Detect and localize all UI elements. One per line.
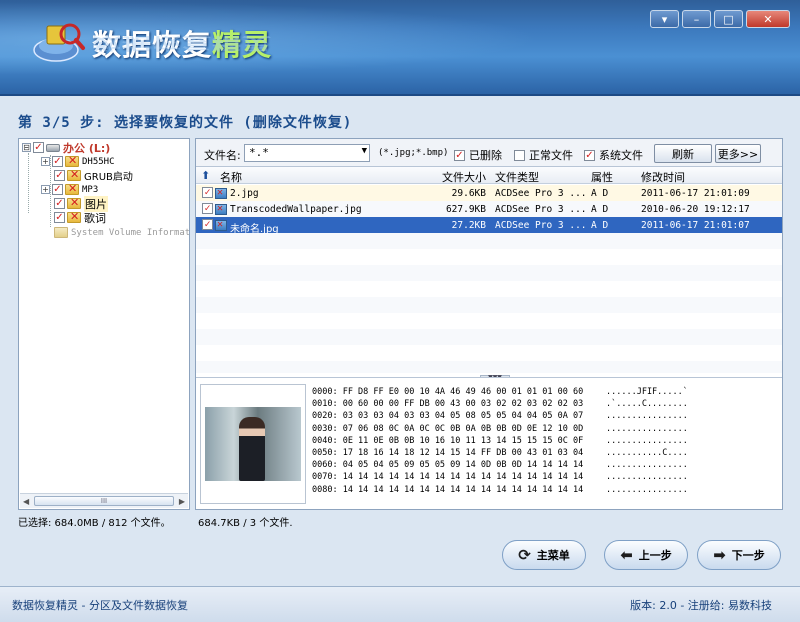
file-list-header: ⬆ 名称 文件大小 文件类型 属性 修改时间 [196,167,782,184]
preview-pane: 0000: FF D8 FF E0 00 10 4A 46 49 46 00 0… [196,377,782,509]
tree-item-lyrics[interactable]: 歌词 [54,210,106,225]
normal-files-checkbox[interactable]: 正常文件 [514,147,573,163]
table-row-selected[interactable]: 未命名.jpg 27.2KB ACDSee Pro 3 ... A D 2011… [196,217,782,235]
folder-icon [54,227,68,238]
scroll-right-icon[interactable]: ▶ [179,497,185,506]
dropdown-arrow-icon[interactable]: ▼ [362,146,367,156]
folder-tree[interactable]: ⊟ 办公 (L:) + DH55HC GRUB启动 + MP3 图片 歌词 Sy… [18,138,190,510]
tree-item-label: MP3 [82,184,99,195]
filename-filter-combo[interactable]: *.* ▼ [244,144,370,162]
checkbox[interactable] [584,149,595,161]
column-header-size[interactable]: 文件大小 [442,169,486,185]
tree-item-dh55hc[interactable]: + DH55HC [41,154,115,169]
deleted-folder-icon [65,182,79,195]
deleted-folder-icon [67,168,81,181]
tree-item-drive[interactable]: ⊟ 办公 (L:) [22,140,110,155]
app-title-reflection: 数据恢复精灵 [92,34,273,53]
tree-item-grub[interactable]: GRUB启动 [54,168,133,183]
filter-hint: (*.jpg;*.bmp) [378,148,449,158]
tree-item-label: 歌词 [84,211,106,225]
footer-version-info: 版本: 2.0 - 注册给: 易数科技 [630,599,772,612]
system-files-checkbox[interactable]: 系统文件 [584,147,643,163]
title-banner: 数据恢复精灵 数据恢复精灵 ▾ – □ ✕ [0,0,800,96]
collapse-icon[interactable]: ⊟ [22,143,31,152]
image-thumbnail [200,384,306,504]
table-row[interactable]: TranscodedWallpaper.jpg 627.9KB ACDSee P… [196,201,782,217]
main-menu-button[interactable]: ⟳ 主菜单 [502,540,586,570]
tree-checkbox[interactable] [54,170,65,181]
checkbox[interactable] [454,149,465,161]
filter-toolbar: 文件名: *.* ▼ (*.jpg;*.bmp) 已删除 正常文件 系统文件 刷… [196,139,782,167]
footer-bar: 数据恢复精灵 - 分区及文件数据恢复 版本: 2.0 - 注册给: 易数科技 [0,586,800,622]
row-checkbox[interactable] [202,187,213,198]
tree-checkbox[interactable] [54,198,65,209]
row-checkbox[interactable] [202,219,213,230]
tree-checkbox[interactable] [52,156,63,167]
previous-step-button[interactable]: ⬅ 上一步 [604,540,688,570]
deleted-folder-icon [65,154,79,167]
file-panel: 文件名: *.* ▼ (*.jpg;*.bmp) 已删除 正常文件 系统文件 刷… [195,138,783,510]
refresh-button[interactable]: 刷新 [654,144,712,163]
tree-checkbox[interactable] [33,142,44,153]
arrow-right-icon: ➡ [713,546,726,564]
expand-icon[interactable]: + [41,157,50,166]
file-list: 2.jpg 29.6KB ACDSee Pro 3 ... A D 2011-0… [196,185,782,373]
person-figure [239,417,265,481]
deleted-image-file-icon [215,203,227,215]
deleted-image-file-icon [215,187,227,199]
tree-horizontal-scrollbar[interactable]: ◀ III ▶ [20,493,188,508]
filename-label: 文件名: [204,149,241,162]
selection-status: 已选择: 684.0MB / 812 个文件。 [18,518,171,529]
column-header-type[interactable]: 文件类型 [495,169,539,185]
sort-up-icon[interactable]: ⬆ [201,169,210,182]
refresh-circle-icon: ⟳ [518,546,531,564]
next-step-button[interactable]: ➡ 下一步 [697,540,781,570]
ascii-dump: ......JFIF.....` .`.....C........ ......… [606,387,688,495]
tree-line [28,153,29,213]
deleted-folder-icon [67,196,81,209]
file-count-status: 684.7KB / 3 个文件. [198,518,293,529]
tree-checkbox[interactable] [52,184,63,195]
table-row[interactable]: 2.jpg 29.6KB ACDSee Pro 3 ... A D 2011-0… [196,185,782,201]
row-checkbox[interactable] [202,203,213,214]
tree-item-label: System Volume Informat [71,227,190,238]
maximize-button[interactable]: □ [714,10,743,28]
deleted-image-file-icon [215,219,227,231]
drive-icon [46,143,60,152]
hex-dump: 0000: FF D8 FF E0 00 10 4A 46 49 46 00 0… [312,387,584,495]
tree-checkbox[interactable] [54,212,65,223]
footer-app-info: 数据恢复精灵 - 分区及文件数据恢复 [12,599,188,612]
window-controls: ▾ – □ ✕ [650,10,790,28]
column-header-name[interactable]: 名称 [220,169,242,185]
minimize-button[interactable]: – [682,10,711,28]
menu-dropdown-button[interactable]: ▾ [650,10,679,28]
close-button[interactable]: ✕ [746,10,790,28]
more-button[interactable]: 更多>> [715,144,761,163]
tree-item-system-volume[interactable]: System Volume Informat [54,225,190,240]
preview-photo [205,407,301,481]
column-header-modified[interactable]: 修改时间 [641,169,685,185]
tree-item-label: GRUB启动 [84,172,133,183]
expand-icon[interactable]: + [41,185,50,194]
deleted-folder-icon [67,210,81,223]
scroll-left-icon[interactable]: ◀ [23,497,29,506]
step-header: 第 3/5 步: 选择要恢复的文件 (删除文件恢复) [18,115,353,131]
column-header-attributes[interactable]: 属性 [591,169,613,185]
arrow-left-icon: ⬅ [620,546,633,564]
app-logo-icon [33,23,85,62]
tree-item-label: DH55HC [82,156,115,167]
scroll-thumb[interactable]: III [34,496,174,506]
checkbox[interactable] [514,149,525,161]
deleted-files-checkbox[interactable]: 已删除 [454,147,502,163]
